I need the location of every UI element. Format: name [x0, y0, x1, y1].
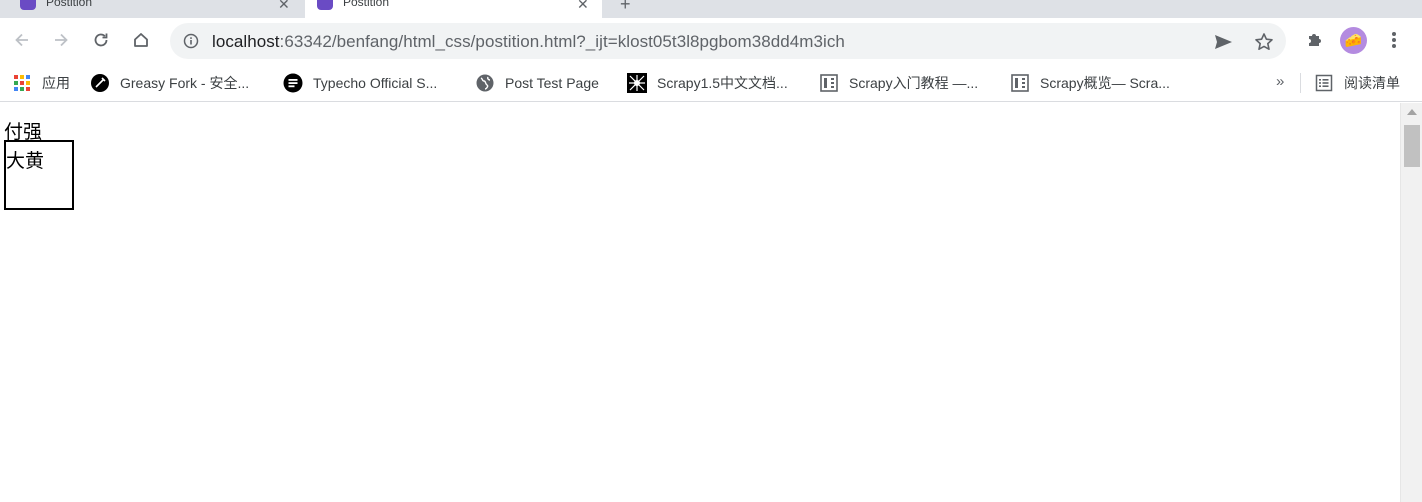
address-bar[interactable]: localhost:63342/benfang/html_css/postiti…: [170, 23, 1286, 59]
bookmark-greasyfork[interactable]: Greasy Fork - 安全...: [90, 72, 249, 94]
scroll-up-arrow-icon[interactable]: [1407, 109, 1417, 115]
greasyfork-icon: [90, 73, 110, 93]
tab-2-active[interactable]: Postition ✕: [305, 0, 602, 18]
bookmarks-overflow-button[interactable]: »: [1276, 73, 1284, 90]
profile-avatar[interactable]: 🧀: [1340, 27, 1367, 54]
tab-title: Postition: [343, 0, 390, 9]
bookmarks-bar: 应用 Greasy Fork - 安全... Typecho Official …: [0, 64, 1422, 102]
tab-strip: Postition ✕ Postition ✕ +: [0, 0, 1422, 18]
bookmark-label: Greasy Fork - 安全...: [120, 75, 250, 91]
tab-title: Postition: [46, 0, 93, 9]
typecho-icon: [283, 73, 303, 93]
url-text[interactable]: localhost:63342/benfang/html_css/postiti…: [212, 32, 845, 52]
book-icon: [1010, 73, 1030, 93]
reading-list-button[interactable]: 阅读清单: [1314, 72, 1400, 94]
home-button[interactable]: [127, 26, 155, 54]
reading-list-icon: [1314, 73, 1334, 93]
bookmark-label: Post Test Page: [505, 75, 599, 91]
tab-close-icon[interactable]: ✕: [577, 0, 589, 13]
bookmark-scrapy-tutorial[interactable]: Scrapy入门教程 —...: [819, 72, 978, 94]
reading-list-label: 阅读清单: [1344, 75, 1400, 91]
browser-toolbar: localhost:63342/benfang/html_css/postiti…: [0, 18, 1422, 64]
bookmark-typecho[interactable]: Typecho Official S...: [283, 72, 437, 94]
text-block-2: 大黄: [6, 150, 45, 172]
bookmark-label: Scrapy1.5中文文档...: [657, 75, 788, 91]
tab-1[interactable]: Postition ✕: [8, 0, 303, 18]
arrow-left-icon: [15, 33, 28, 47]
scrollbar-thumb[interactable]: [1404, 125, 1420, 167]
bookmark-label: Scrapy概览— Scra...: [1040, 75, 1170, 91]
bookmarks-divider: [1300, 73, 1301, 93]
more-menu-icon[interactable]: [1382, 27, 1406, 53]
tab-favicon-icon: [20, 0, 36, 10]
tab-favicon-icon: [317, 0, 333, 10]
book-icon: [819, 73, 839, 93]
back-button[interactable]: [8, 26, 36, 54]
globe-icon: [475, 73, 495, 93]
arrow-right-icon: [55, 33, 68, 47]
bookmark-star-icon[interactable]: [1253, 31, 1275, 53]
url-path: :63342/benfang/html_css/postition.html?_…: [279, 32, 845, 51]
site-info-icon[interactable]: [182, 32, 200, 50]
home-icon: [134, 33, 148, 47]
extensions-puzzle-icon[interactable]: [1302, 27, 1328, 53]
bookmark-scrapy15-docs[interactable]: Scrapy1.5中文文档...: [627, 72, 788, 94]
page-viewport: 付强 大黄: [0, 103, 1400, 502]
bookmark-post-test-page[interactable]: Post Test Page: [475, 72, 599, 94]
send-tab-icon[interactable]: [1212, 31, 1234, 53]
scrapy-spider-icon: [627, 73, 647, 93]
reload-icon: [94, 33, 108, 47]
tab-close-icon[interactable]: ✕: [278, 0, 290, 13]
vertical-scrollbar[interactable]: [1400, 103, 1422, 502]
cheese-icon: 🧀: [1344, 32, 1363, 48]
new-tab-button[interactable]: +: [620, 0, 631, 15]
bookmark-label: Scrapy入门教程 —...: [849, 75, 979, 91]
bookmark-label: Typecho Official S...: [313, 75, 438, 91]
bookmark-apps[interactable]: 应用: [12, 72, 70, 94]
url-host: localhost: [212, 32, 280, 51]
apps-grid-icon: [12, 73, 32, 93]
forward-button[interactable]: [47, 26, 75, 54]
bookmark-label: 应用: [42, 75, 70, 91]
bookmark-scrapy-overview[interactable]: Scrapy概览— Scra...: [1010, 72, 1170, 94]
reload-button[interactable]: [87, 26, 115, 54]
